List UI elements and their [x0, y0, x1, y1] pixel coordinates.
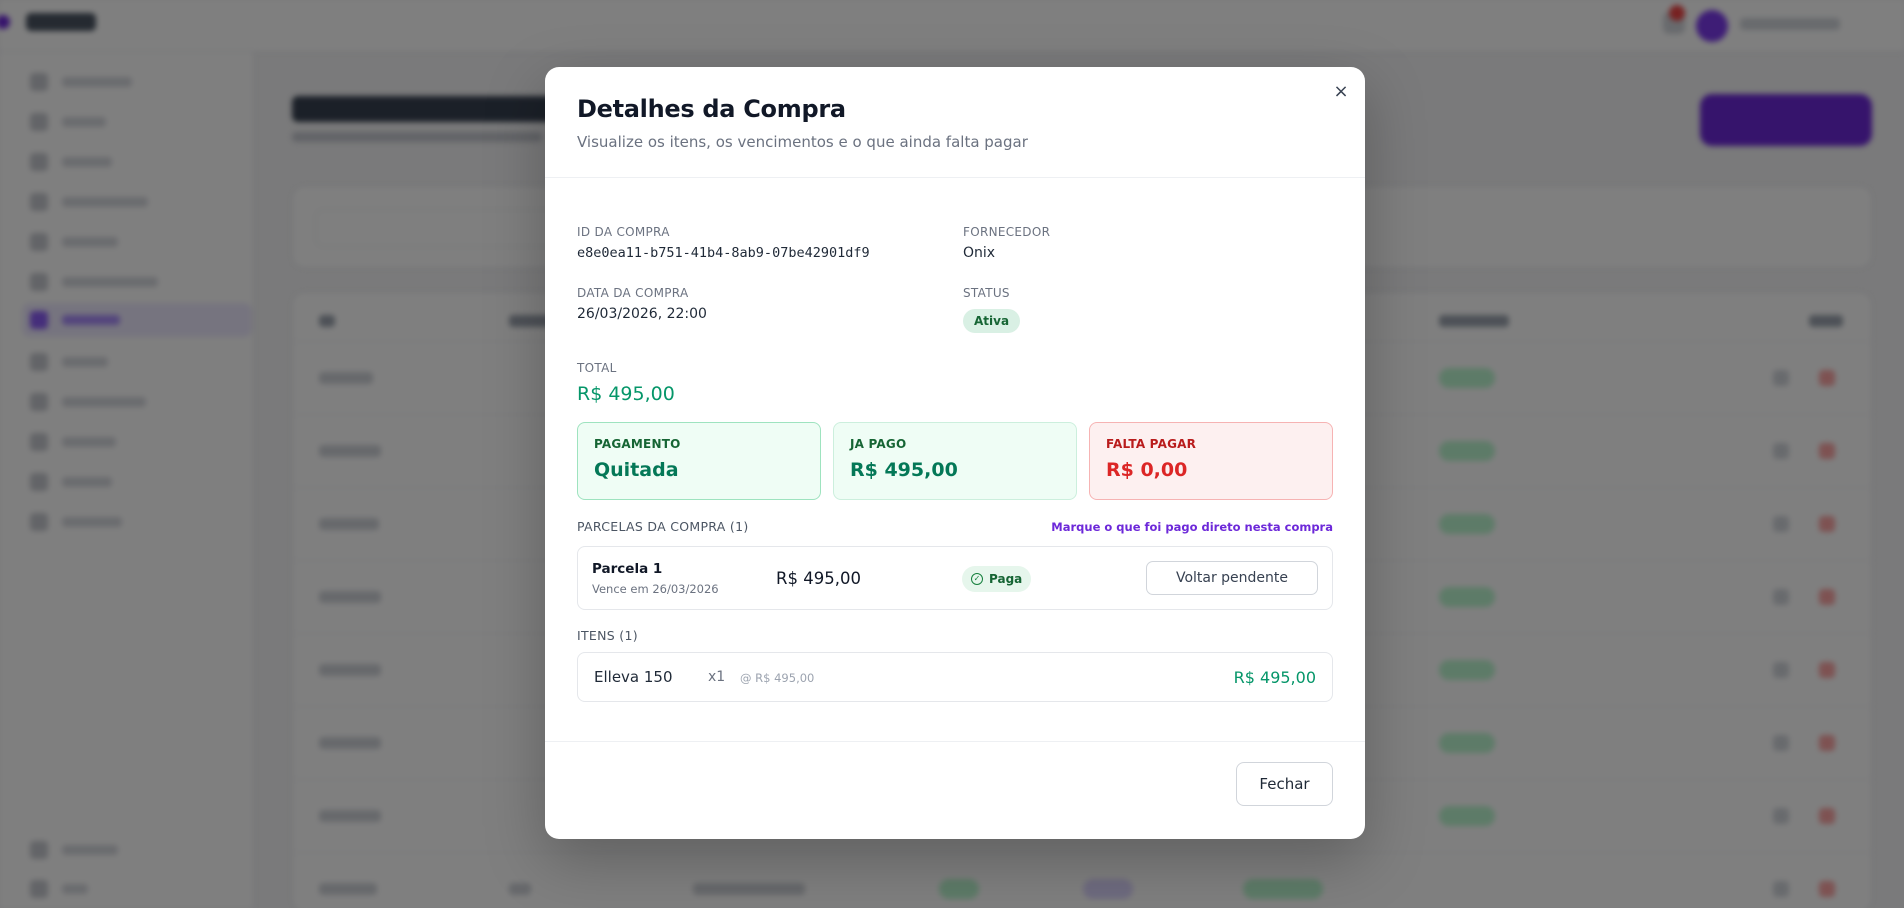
revert-pending-button[interactable]: Voltar pendente	[1146, 561, 1318, 595]
status-label: STATUS	[963, 286, 1010, 300]
close-icon[interactable]: ×	[1329, 79, 1353, 103]
item-name: Elleva 150	[594, 668, 673, 686]
payment-status-label: PAGAMENTO	[594, 437, 681, 451]
already-paid-value: R$ 495,00	[850, 459, 958, 481]
paid-status-text: Paga	[989, 572, 1023, 586]
items-section-label: ITENS (1)	[577, 628, 638, 643]
supplier-value: Onix	[963, 245, 996, 261]
installments-hint: Marque o que foi pago direto nesta compr…	[1051, 520, 1333, 534]
modal-header: Detalhes da Compra Visualize os itens, o…	[545, 67, 1365, 178]
payment-status-value: Quitada	[594, 459, 679, 481]
item-unit-price: @ R$ 495,00	[740, 671, 815, 685]
supplier-label: FORNECEDOR	[963, 225, 1051, 239]
installments-section-label: PARCELAS DA COMPRA (1)	[577, 519, 749, 534]
modal-title: Detalhes da Compra	[577, 95, 846, 123]
installment-amount: R$ 495,00	[776, 569, 861, 588]
installment-row: Parcela 1 Vence em 26/03/2026 R$ 495,00 …	[577, 546, 1333, 610]
total-label: TOTAL	[577, 361, 617, 375]
item-row: Elleva 150 x1 @ R$ 495,00 R$ 495,00	[577, 652, 1333, 702]
installment-due-date: Vence em 26/03/2026	[592, 582, 719, 596]
purchase-date-label: DATA DA COMPRA	[577, 286, 689, 300]
already-paid-card: JA PAGO R$ 495,00	[833, 422, 1077, 500]
paid-status-badge: ✓ Paga	[962, 566, 1032, 592]
purchase-id-value: e8e0ea11-b751-41b4-8ab9-07be42901df9	[577, 245, 870, 261]
item-total: R$ 495,00	[1233, 668, 1316, 687]
close-button[interactable]: Fechar	[1236, 762, 1333, 806]
purchase-id-label: ID DA COMPRA	[577, 225, 670, 239]
purchase-details-modal: Detalhes da Compra Visualize os itens, o…	[545, 67, 1365, 839]
remaining-value: R$ 0,00	[1106, 459, 1188, 481]
modal-subtitle: Visualize os itens, os vencimentos e o q…	[577, 133, 1028, 151]
remaining-label: FALTA PAGAR	[1106, 437, 1197, 451]
remaining-card: FALTA PAGAR R$ 0,00	[1089, 422, 1333, 500]
status-badge: Ativa	[963, 309, 1021, 333]
installment-name: Parcela 1	[592, 561, 663, 577]
already-paid-label: JA PAGO	[850, 437, 907, 451]
total-value: R$ 495,00	[577, 383, 675, 405]
modal-footer: Fechar	[545, 741, 1365, 839]
purchase-date-value: 26/03/2026, 22:00	[577, 306, 707, 322]
item-quantity: x1	[708, 669, 726, 685]
check-circle-icon: ✓	[971, 573, 983, 585]
payment-status-card: PAGAMENTO Quitada	[577, 422, 821, 500]
